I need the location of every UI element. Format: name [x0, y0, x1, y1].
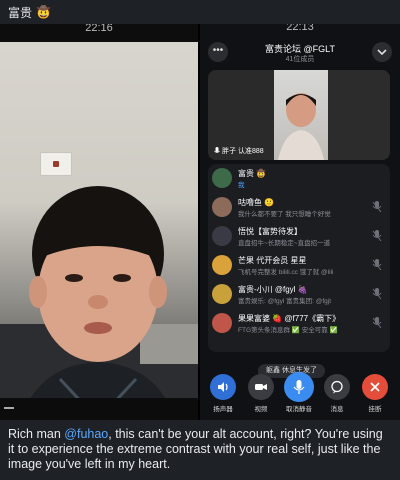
member-status: 我什么都不要了 我只想睡个好觉 — [238, 211, 331, 218]
mic-muted-icon — [372, 259, 382, 271]
cowboy-emoji-icon: 🤠 — [36, 5, 51, 19]
video-person — [278, 93, 324, 160]
video-label: 胖子 认准888 — [214, 146, 264, 156]
video-label-button: 视频 — [254, 406, 268, 413]
wall-switch — [40, 152, 72, 176]
mic-muted-icon — [372, 201, 382, 213]
member-name: 咕噜鱼 🙂 — [238, 198, 275, 207]
microphone-small-icon — [214, 147, 220, 153]
unmute-label: 取消静音 — [286, 406, 312, 413]
list-item[interactable]: 芒果 代开会员 星星 飞机号完整发 bilili.cc 饿了就 @lili — [208, 251, 390, 280]
avatar — [212, 313, 232, 333]
message-icon — [331, 380, 343, 394]
video-button[interactable]: 视频 — [246, 374, 276, 420]
member-list: 富贵 🤠 我 咕噜鱼 🙂 我什么都不要了 我只想睡个好觉 悟悦【富势待发】 直盘… — [208, 164, 390, 352]
hang-up-label: 挂断 — [368, 406, 382, 413]
room-member-count: 41位成员 — [285, 56, 315, 63]
avatar — [212, 197, 232, 217]
microphone-icon — [293, 380, 305, 394]
collapse-button[interactable] — [372, 42, 392, 62]
member-name: 富贵 🤠 — [238, 169, 267, 178]
member-name: 悟悦【富势待发】 — [238, 227, 302, 236]
post-header: 富贵 🤠 — [0, 0, 400, 24]
list-item[interactable]: 富贵-小川 @fgyl 🍇 富贵娱乐: @fgyl 富贵集团: @fgjt — [208, 280, 390, 309]
video-tile[interactable]: 胖子 认准888 — [208, 70, 390, 160]
video-blur-right — [328, 70, 390, 160]
post-image[interactable]: 22:16 22:13 ••• 富贵论坛 @FGLT 41位成员 胖子 认准88… — [0, 24, 400, 420]
mic-muted-icon — [372, 317, 382, 329]
hang-up-button[interactable]: 挂断 — [360, 374, 390, 420]
call-controls: 扬声器 视频 取消静音 消息 挂断 — [200, 372, 400, 420]
message-label: 消息 — [330, 406, 344, 413]
author-name[interactable]: 富贵 — [8, 4, 32, 21]
right-screenshot: 22:13 ••• 富贵论坛 @FGLT 41位成员 胖子 认准888 富贵 🤠… — [200, 24, 400, 420]
right-status-bar: 22:13 — [286, 24, 314, 33]
member-status: FTG第头条消息群 ✅ 安全可靠 ✅ — [238, 327, 338, 334]
voice-chat-header: ••• 富贵论坛 @FGLT 41位成员 — [200, 38, 400, 72]
avatar — [212, 226, 232, 246]
speaker-label: 扬声器 — [213, 406, 233, 413]
message-button[interactable]: 消息 — [322, 374, 352, 420]
member-name: 芒果 代开会员 星星 — [238, 256, 307, 265]
avatar — [212, 255, 232, 275]
user-mention-link[interactable]: @fuhao — [64, 427, 108, 441]
list-item[interactable]: 富贵 🤠 我 — [208, 164, 390, 193]
member-status: 飞机号完整发 bilili.cc 饿了就 @lili — [238, 269, 334, 276]
speaker-icon — [218, 382, 228, 392]
list-item[interactable]: 咕噜鱼 🙂 我什么都不要了 我只想睡个好觉 — [208, 193, 390, 222]
member-name: 果果富婆 🍓 @f777《霸下》 — [238, 314, 341, 323]
left-bottom-bar — [0, 398, 198, 420]
member-status: 富贵娱乐: @fgyl 富贵集团: @fgjt — [238, 298, 332, 305]
speaker-button[interactable]: 扬声器 — [208, 374, 238, 420]
avatar — [212, 284, 232, 304]
member-name: 富贵-小川 @fgyl 🍇 — [238, 285, 308, 294]
chevron-down-icon — [377, 49, 387, 56]
left-status-bar: 22:16 — [0, 24, 198, 42]
member-status: 直盘招牛~长期稳定~直盘招一道 — [238, 240, 331, 247]
video-feed — [274, 70, 328, 160]
caption-prefix: Rich man — [8, 427, 65, 441]
list-item[interactable]: 悟悦【富势待发】 直盘招牛~长期稳定~直盘招一道 — [208, 222, 390, 251]
person-selfie — [0, 186, 198, 420]
post-caption: Rich man @fuhao, this can't be your alt … — [0, 420, 400, 480]
unmute-button[interactable]: 取消静音 — [284, 372, 314, 420]
left-screenshot: 22:16 — [0, 24, 198, 420]
list-item[interactable]: 果果富婆 🍓 @f777《霸下》 FTG第头条消息群 ✅ 安全可靠 ✅ — [208, 309, 390, 338]
member-status: 我 — [238, 182, 245, 189]
avatar — [212, 168, 232, 188]
mic-muted-icon — [372, 230, 382, 242]
video-camera-icon — [255, 384, 267, 390]
mic-muted-icon — [372, 288, 382, 300]
video-label-text: 胖子 认准888 — [222, 148, 264, 155]
hang-up-icon — [370, 382, 380, 392]
more-options-button[interactable]: ••• — [208, 42, 228, 62]
